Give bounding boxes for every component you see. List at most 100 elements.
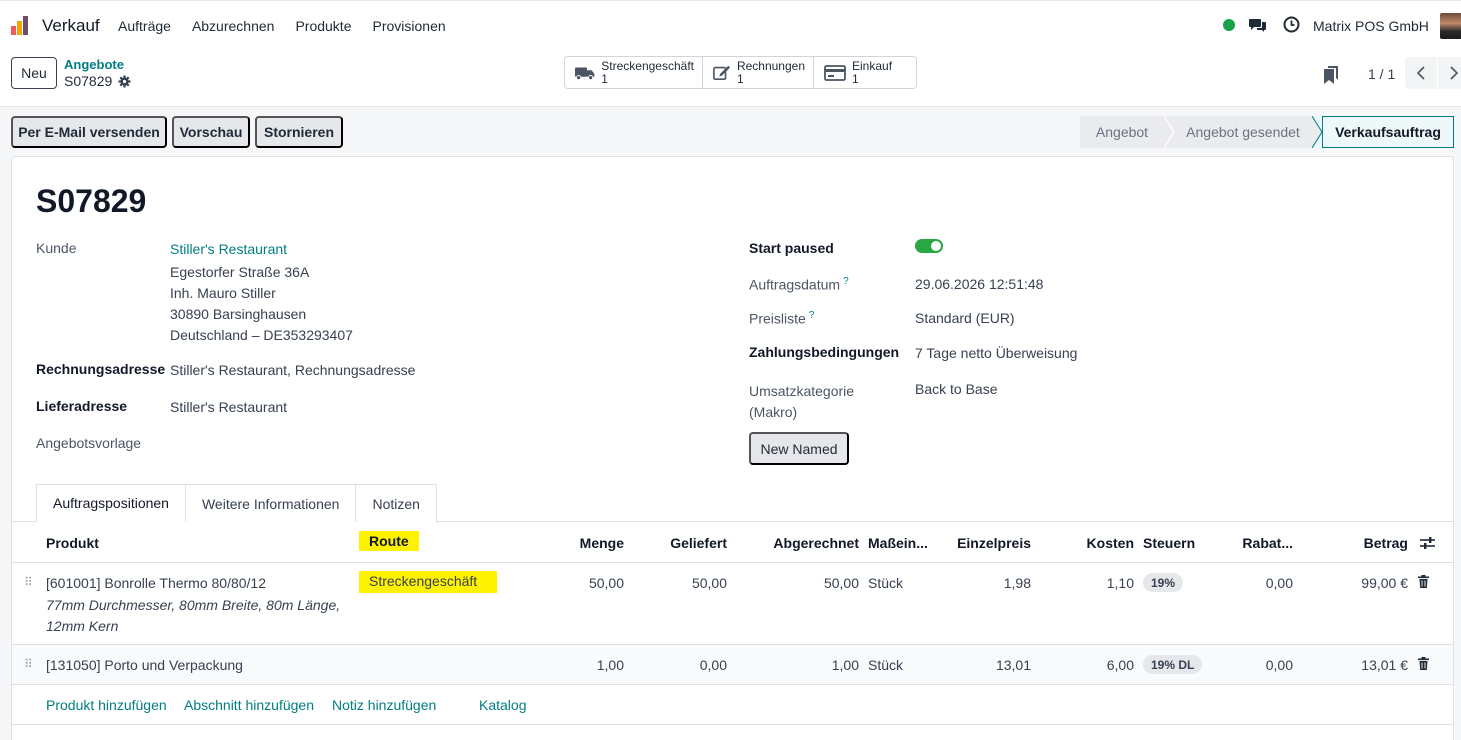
row-description: 77mm Durchmesser, 80mm Breite, 80m Länge…	[46, 597, 341, 613]
quote-template-label: Angebotsvorlage	[36, 435, 142, 451]
col-header-invoiced[interactable]: Abgerechnet	[740, 535, 859, 551]
credit-card-icon	[824, 64, 846, 81]
gear-icon[interactable]	[118, 75, 131, 88]
stage-arrow	[1164, 116, 1174, 148]
col-header-amount[interactable]: Betrag	[1330, 535, 1408, 551]
user-avatar[interactable]	[1440, 13, 1461, 39]
tab-weitere-informationen[interactable]: Weitere Informationen	[184, 484, 357, 522]
row-route[interactable]: Streckengeschäft	[359, 571, 498, 593]
table-divider	[12, 724, 1453, 725]
col-header-route[interactable]: Route	[359, 531, 419, 551]
row-unit-price[interactable]: 1,98	[940, 575, 1031, 591]
customer-field[interactable]: Stiller's Restaurant	[170, 241, 287, 257]
row-description: 12mm Kern	[46, 618, 119, 634]
pager-next-button[interactable]	[1438, 57, 1461, 89]
customer-address-line: Inh. Mauro Stiller	[170, 285, 276, 301]
clock-icon[interactable]	[1283, 16, 1300, 33]
row-tax-badge[interactable]: 19% DL	[1143, 655, 1203, 674]
smart-button-label: Rechnungen	[736, 58, 805, 73]
smart-button-count: 1	[852, 71, 859, 86]
start-paused-label: Start paused	[749, 240, 834, 256]
drag-handle-icon[interactable]: ⠿	[24, 657, 33, 671]
pager-previous-button[interactable]	[1405, 57, 1437, 89]
help-icon[interactable]: ?	[809, 310, 815, 321]
breadcrumb-current: S07829	[64, 73, 131, 89]
smart-button-label: Streckengeschäft	[601, 58, 694, 73]
row-uom[interactable]: Stück	[868, 575, 903, 591]
row-qty[interactable]: 1,00	[560, 657, 624, 673]
col-header-product[interactable]: Produkt	[46, 535, 99, 551]
row-cost[interactable]: 6,00	[1060, 657, 1134, 673]
column-settings-icon[interactable]	[1420, 536, 1435, 550]
row-route-label: Streckengeschäft	[359, 571, 498, 593]
catalog-link[interactable]: Katalog	[479, 697, 526, 713]
row-uom[interactable]: Stück	[868, 657, 903, 673]
col-header-taxes[interactable]: Steuern	[1143, 535, 1195, 551]
smart-button-einkauf[interactable]: Einkauf 1	[814, 57, 916, 88]
edit-icon	[713, 65, 731, 81]
col-header-qty[interactable]: Menge	[560, 535, 624, 551]
drag-handle-icon[interactable]: ⠿	[24, 575, 33, 589]
company-switcher[interactable]: Matrix POS GmbH	[1313, 18, 1429, 34]
trash-icon[interactable]	[1418, 575, 1429, 588]
pricelist-field[interactable]: Standard (EUR)	[915, 310, 1015, 326]
nav-item-produkte[interactable]: Produkte	[295, 18, 351, 34]
payment-terms-field[interactable]: 7 Tage netto Überweisung	[915, 345, 1077, 361]
help-icon[interactable]: ?	[843, 276, 849, 287]
row-discount[interactable]: 0,00	[1230, 657, 1293, 673]
stage-arrow	[1312, 116, 1322, 148]
smart-button-streckengeschaeft[interactable]: Streckengeschäft 1	[565, 57, 703, 88]
row-cost[interactable]: 1,10	[1060, 575, 1134, 591]
start-paused-toggle[interactable]	[915, 239, 943, 253]
cancel-order-button[interactable]: Stornieren	[255, 116, 343, 148]
row-qty[interactable]: 50,00	[560, 575, 624, 591]
chevron-left-icon	[1416, 66, 1425, 80]
tab-auftragspositionen[interactable]: Auftragspositionen	[36, 484, 186, 522]
customer-address-line: 30890 Barsinghausen	[170, 306, 307, 322]
row-delivered[interactable]: 0,00	[640, 657, 727, 673]
breadcrumb-parent[interactable]: Angebote	[64, 57, 124, 72]
add-section-link[interactable]: Abschnitt hinzufügen	[184, 697, 314, 713]
stage-angebot[interactable]: Angebot	[1080, 116, 1164, 148]
new-button[interactable]: Neu	[11, 57, 57, 89]
customer-address-line: Egestorfer Straße 36A	[170, 264, 310, 280]
row-amount: 13,01 €	[1361, 657, 1408, 673]
nav-item-abzurechnen[interactable]: Abzurechnen	[192, 18, 275, 34]
sales-category-field[interactable]: Back to Base	[915, 381, 998, 397]
col-header-uom[interactable]: Maßein...	[868, 535, 928, 551]
delivery-address-label: Lieferadresse	[36, 398, 128, 414]
app-name[interactable]: Verkauf	[42, 16, 100, 36]
col-header-delivered[interactable]: Geliefert	[640, 535, 727, 551]
row-product[interactable]: [131050] Porto und Verpackung	[46, 657, 243, 673]
new-named-button[interactable]: New Named	[749, 432, 849, 465]
row-delivered[interactable]: 50,00	[640, 575, 727, 591]
invoice-address-field[interactable]: Stiller's Restaurant, Rechnungsadresse	[170, 362, 415, 378]
send-email-button[interactable]: Per E-Mail versenden	[11, 116, 167, 148]
row-unit-price[interactable]: 13,01	[940, 657, 1031, 673]
trash-icon[interactable]	[1418, 657, 1429, 670]
app-logo-icon[interactable]	[10, 14, 32, 36]
col-header-unit-price[interactable]: Einzelpreis	[940, 535, 1031, 551]
chat-icon[interactable]	[1249, 17, 1267, 33]
nav-item-auftraege[interactable]: Aufträge	[118, 18, 171, 34]
row-product[interactable]: [601001] Bonrolle Thermo 80/80/12	[46, 575, 266, 591]
add-product-link[interactable]: Produkt hinzufügen	[46, 697, 167, 713]
order-date-field[interactable]: 29.06.2026 12:51:48	[915, 276, 1043, 292]
stage-angebot-gesendet[interactable]: Angebot gesendet	[1174, 116, 1312, 148]
stage-verkaufsauftrag[interactable]: Verkaufsauftrag	[1322, 116, 1454, 148]
row-discount[interactable]: 0,00	[1230, 575, 1293, 591]
bookmark-icon[interactable]	[1324, 66, 1338, 84]
online-status-icon	[1223, 19, 1235, 31]
smart-button-rechnungen[interactable]: Rechnungen 1	[703, 57, 814, 88]
tab-notizen[interactable]: Notizen	[355, 484, 437, 522]
row-tax-badge[interactable]: 19%	[1143, 573, 1184, 592]
delivery-address-field[interactable]: Stiller's Restaurant	[170, 399, 287, 415]
preview-button[interactable]: Vorschau	[172, 116, 250, 148]
col-header-cost[interactable]: Kosten	[1060, 535, 1134, 551]
row-amount: 99,00 €	[1361, 575, 1408, 591]
add-note-link[interactable]: Notiz hinzufügen	[332, 697, 436, 713]
table-divider	[12, 562, 1453, 563]
nav-item-provisionen[interactable]: Provisionen	[373, 18, 446, 34]
col-header-discount[interactable]: Rabat...	[1230, 535, 1293, 551]
pager-value[interactable]: 1 / 1	[1368, 66, 1395, 82]
